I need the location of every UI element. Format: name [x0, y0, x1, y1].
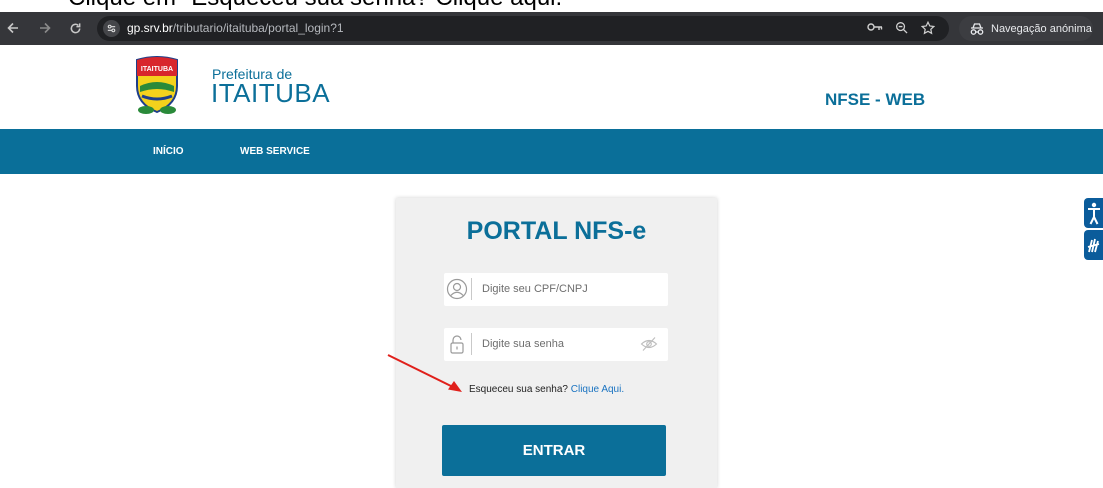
url-text[interactable]: gp.srv.br/tributario/itaituba/portal_log… [127, 21, 344, 35]
portal-title: PORTAL NFS-e [466, 217, 647, 245]
instruction-text: Clique em "Esqueceu sua senha? Clique aq… [68, 0, 571, 12]
field-divider [471, 278, 472, 300]
incognito-label: Navegação anónima [991, 22, 1092, 35]
incognito-icon [970, 22, 984, 35]
password-input[interactable] [482, 334, 632, 354]
red-arrow-annotation [387, 354, 462, 392]
sign-language-tab[interactable] [1084, 230, 1103, 260]
site-header: ITAITUBA Prefeitura de ITAITUBA NFSE - W… [0, 45, 1103, 129]
site-info-icon[interactable] [103, 20, 120, 37]
key-icon[interactable] [867, 21, 883, 36]
back-icon[interactable] [4, 19, 22, 37]
eye-slash-icon[interactable] [640, 336, 658, 352]
accessibility-tab[interactable] [1084, 198, 1103, 228]
incognito-indicator[interactable]: Navegação anónima [959, 16, 1093, 41]
city-coat-of-arms-logo[interactable]: ITAITUBA [132, 56, 182, 116]
address-bar[interactable]: gp.srv.br/tributario/itaituba/portal_log… [97, 16, 949, 41]
star-icon[interactable] [920, 20, 936, 38]
login-card: PORTAL NFS-e Esqueceu sua senha? Clique … [396, 198, 717, 488]
forgot-password-link[interactable]: Clique Aqui. [571, 384, 624, 395]
forgot-password-line: Esqueceu sua senha? Clique Aqui. [469, 384, 624, 395]
url-host: gp.srv.br [127, 21, 173, 35]
accessibility-person-icon [1088, 202, 1100, 225]
cpf-field[interactable] [444, 273, 668, 306]
zoom-icon[interactable] [895, 21, 908, 37]
menu-item-inicio[interactable]: INÍCIO [153, 146, 184, 157]
app-name: NFSE - WEB [825, 90, 926, 109]
sign-language-hands-icon [1087, 238, 1100, 253]
forward-icon[interactable] [36, 19, 54, 37]
enter-button[interactable]: ENTRAR [442, 425, 666, 476]
menu-item-web-service[interactable]: WEB SERVICE [240, 146, 310, 157]
url-path: /tributario/itaituba/portal_login?1 [172, 21, 344, 35]
user-icon [446, 278, 468, 300]
logo-lettering: ITAITUBA [141, 66, 173, 73]
forgot-password-text: Esqueceu sua senha? [469, 384, 568, 395]
cpf-input[interactable] [482, 279, 632, 299]
reload-icon[interactable] [66, 19, 84, 37]
browser-toolbar: gp.srv.br/tributario/itaituba/portal_log… [0, 12, 1103, 45]
password-field[interactable] [444, 328, 668, 361]
main-menu: INÍCIO WEB SERVICE [0, 129, 1103, 174]
city-name: ITAITUBA [211, 78, 331, 108]
instruction-banner: Clique em "Esqueceu sua senha? Clique aq… [0, 0, 1103, 12]
